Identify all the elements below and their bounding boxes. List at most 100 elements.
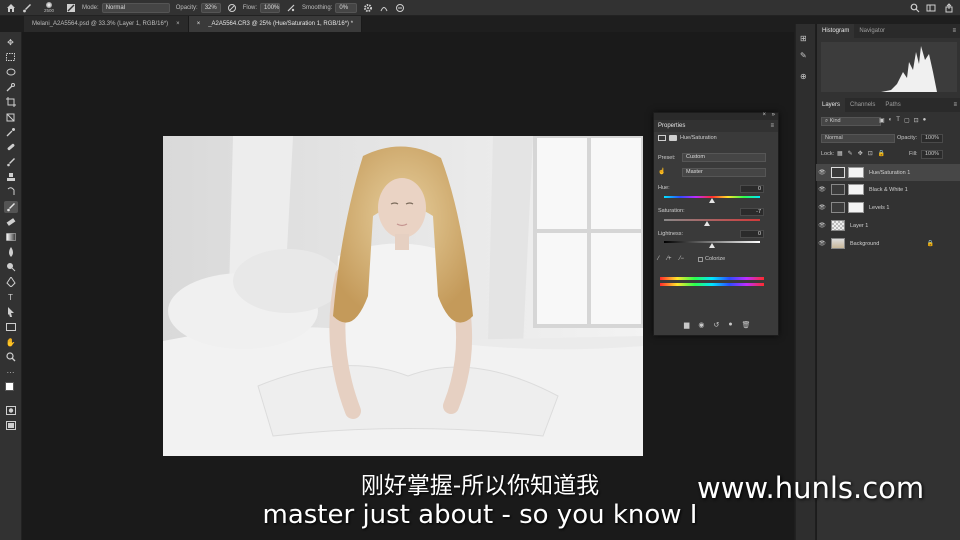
share-icon[interactable] (944, 2, 954, 13)
visibility-eye-icon[interactable]: 👁 (816, 169, 828, 176)
pressure-size-icon[interactable] (395, 3, 405, 13)
filter-smart-icon[interactable]: ⊡ (914, 117, 919, 124)
channel-select[interactable]: Master (682, 168, 766, 177)
layer-opacity-input[interactable]: 100% (921, 134, 943, 143)
crop-tool-icon[interactable] (4, 96, 18, 108)
fill-input[interactable]: 100% (921, 150, 943, 159)
brush-tool-icon[interactable] (22, 3, 32, 13)
marquee-tool-icon[interactable] (4, 51, 18, 63)
eyedropper-tool-icon[interactable] (4, 126, 18, 138)
reset-icon[interactable]: ↺ (714, 321, 720, 329)
delete-icon[interactable]: 🗑 (742, 321, 751, 329)
move-tool-icon[interactable]: ✥ (4, 36, 18, 48)
path-selection-tool-icon[interactable] (4, 306, 18, 318)
filter-type-icon[interactable]: T (896, 117, 900, 124)
view-previous-icon[interactable]: ◉ (698, 321, 704, 329)
lightness-input[interactable]: 0 (740, 230, 764, 238)
eyedropper-icon[interactable]: ⁄ (658, 256, 659, 262)
tab-paths[interactable]: Paths (880, 98, 905, 112)
opacity-input[interactable]: 32% (200, 2, 221, 13)
lightness-slider-thumb[interactable] (709, 243, 715, 248)
filter-adjustment-icon[interactable]: ◐ (889, 117, 893, 124)
layer-filter-select[interactable]: ⌕ Kind (821, 117, 881, 126)
properties-title-bar[interactable]: » × (654, 112, 778, 120)
foreground-color-swatch[interactable] (4, 382, 14, 391)
lock-image-icon[interactable]: ✎ (848, 150, 853, 157)
collapse-icon[interactable]: » (772, 112, 775, 118)
tab-melani-psd[interactable]: Melani_A2A5564.psd @ 33.3% (Layer 1, RGB… (24, 16, 189, 32)
properties-tab[interactable]: Properties (658, 123, 685, 129)
airbrush-icon[interactable] (286, 3, 296, 13)
lock-position-icon[interactable]: ✥ (858, 150, 863, 157)
panel-menu-icon[interactable]: ≡ (770, 123, 774, 129)
visibility-eye-icon[interactable]: 👁 (816, 240, 828, 247)
smoothing-input[interactable]: 0% (335, 2, 358, 13)
healing-brush-tool-icon[interactable] (4, 141, 18, 153)
workspace-icon[interactable] (926, 3, 936, 13)
lock-transparent-icon[interactable]: ▦ (837, 150, 843, 157)
dodge-tool-icon[interactable] (4, 261, 18, 273)
visibility-icon[interactable]: ● (728, 321, 732, 329)
mask-icon[interactable] (669, 135, 677, 141)
colorize-checkbox-box[interactable] (698, 256, 704, 262)
layer-mask-thumbnail[interactable] (848, 202, 864, 213)
hue-input[interactable]: 0 (740, 185, 764, 193)
brush-tool-icon[interactable] (4, 156, 18, 168)
search-icon[interactable] (910, 3, 920, 13)
filter-shape-icon[interactable]: ▢ (904, 117, 910, 124)
pressure-opacity-icon[interactable] (227, 3, 237, 13)
tab-navigator[interactable]: Navigator (854, 24, 890, 38)
lock-artboard-icon[interactable]: ⊡ (868, 150, 873, 157)
layer-row-hue-saturation[interactable]: 👁 Hue/Saturation 1 (816, 164, 960, 181)
layer-row-black-white[interactable]: 👁 Black & White 1 (816, 181, 960, 198)
lock-all-icon[interactable]: 🔒 (878, 150, 885, 157)
flow-input[interactable]: 100% (260, 2, 281, 13)
screen-mode-icon[interactable] (4, 419, 18, 431)
eyedropper-plus-icon[interactable]: ⁄+ (667, 256, 672, 262)
clone-stamp-tool-icon[interactable] (4, 171, 18, 183)
quick-mask-icon[interactable] (4, 404, 18, 416)
visibility-eye-icon[interactable]: 👁 (816, 222, 828, 229)
history-brush-tool-icon[interactable] (4, 186, 18, 198)
brush-settings-panel-icon[interactable]: ✎ (800, 51, 807, 60)
preset-select[interactable]: Custom (682, 153, 766, 162)
brush-settings-icon[interactable] (66, 3, 76, 13)
smoothing-settings-gear-icon[interactable] (363, 3, 373, 13)
symmetry-icon[interactable] (379, 3, 389, 13)
eraser-tool-icon[interactable] (4, 216, 18, 228)
type-tool-icon[interactable]: T (4, 291, 18, 303)
filter-pixel-icon[interactable]: ▣ (879, 117, 885, 124)
zoom-tool-icon[interactable] (4, 351, 18, 363)
quick-select-tool-icon[interactable] (4, 81, 18, 93)
visibility-eye-icon[interactable]: 👁 (816, 186, 828, 193)
swap-colors-icon[interactable] (4, 381, 18, 401)
saturation-slider-track[interactable] (664, 219, 760, 221)
colorize-checkbox[interactable]: Colorize (698, 256, 725, 262)
saturation-input[interactable]: -7 (740, 208, 764, 216)
layer-row-levels[interactable]: 👁 Levels 1 (816, 199, 960, 216)
filter-toggle-icon[interactable]: ● (923, 117, 927, 124)
blend-mode-select[interactable]: Normal (821, 134, 895, 143)
tab-layers[interactable]: Layers (817, 98, 846, 112)
targeted-adjustment-hand-icon[interactable]: ☝ (658, 168, 665, 175)
layer-row-background[interactable]: 👁 Background 🔒 (816, 235, 960, 252)
tab-channels[interactable]: Channels (845, 98, 880, 112)
tab-histogram[interactable]: Histogram (817, 24, 855, 38)
tab-cr3-active[interactable]: × _A2A5564.CR3 @ 25% (Hue/Saturation 1, … (188, 16, 363, 32)
home-icon[interactable] (6, 3, 16, 13)
gradient-tool-icon[interactable] (4, 231, 18, 243)
lasso-tool-icon[interactable] (4, 66, 18, 78)
hue-slider-thumb[interactable] (709, 198, 715, 203)
pen-tool-icon[interactable] (4, 276, 18, 288)
blur-tool-icon[interactable] (4, 246, 18, 258)
adjustments-panel-icon[interactable]: ⊕ (800, 72, 807, 81)
saturation-slider-thumb[interactable] (704, 221, 710, 226)
layer-mask-thumbnail[interactable] (848, 167, 864, 178)
tab-close-icon[interactable]: × (197, 21, 201, 27)
brush-preset-picker[interactable]: 2500 (38, 2, 60, 13)
histogram-menu-icon[interactable]: ≡ (952, 28, 956, 34)
layer-mask-thumbnail[interactable] (848, 184, 864, 195)
frame-tool-icon[interactable] (4, 111, 18, 123)
mixer-brush-tool-icon[interactable] (3, 201, 18, 213)
layer-row-layer-1[interactable]: 👁 Layer 1 (816, 217, 960, 234)
